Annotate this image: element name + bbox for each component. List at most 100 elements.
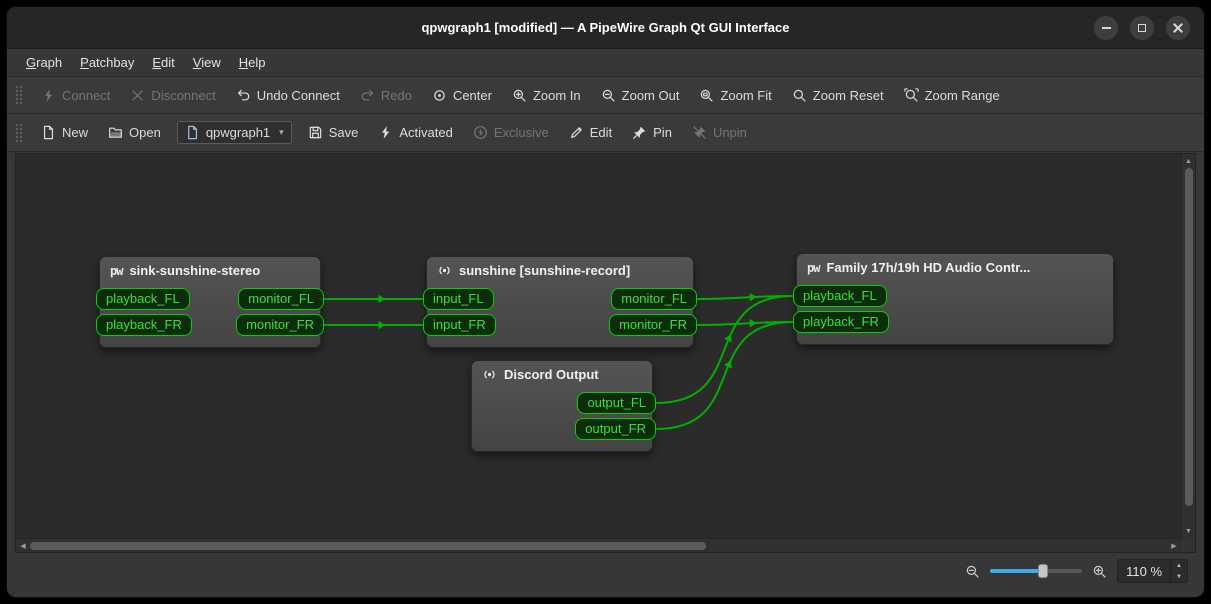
port-monitor_FR[interactable]: monitor_FR — [236, 314, 324, 336]
scroll-right-icon[interactable]: ▶ — [1167, 539, 1181, 553]
button-label: Zoom Out — [622, 88, 680, 103]
scroll-up-icon[interactable]: ▲ — [1182, 154, 1196, 168]
button-label: Activated — [399, 125, 452, 140]
node-sink[interactable]: pwsink-sunshine-stereoplayback_FLmonitor… — [99, 256, 321, 348]
disconnect-button[interactable]: Disconnect — [121, 83, 224, 108]
zoom-out-icon — [601, 88, 616, 103]
center-button[interactable]: Center — [423, 83, 501, 108]
save-icon — [308, 125, 323, 140]
menu-edit[interactable]: Edit — [143, 49, 183, 76]
port-output_FR[interactable]: output_FR — [575, 418, 656, 440]
close-button[interactable] — [1166, 16, 1190, 40]
zoom-spinbox[interactable]: 110 % ▲ ▼ — [1117, 559, 1188, 583]
button-label: Zoom Reset — [813, 88, 884, 103]
button-label: Undo Connect — [257, 88, 340, 103]
zoom-in-icon — [512, 88, 527, 103]
zoom-out-button[interactable]: Zoom Out — [592, 83, 689, 108]
minimize-button[interactable] — [1094, 16, 1118, 40]
pin-button[interactable]: Pin — [623, 120, 681, 145]
disconnect-icon — [130, 88, 145, 103]
menu-label: View — [193, 55, 221, 70]
toolbar-grip[interactable] — [15, 85, 23, 105]
scroll-down-icon[interactable]: ▼ — [1182, 524, 1196, 538]
horizontal-scroll-thumb[interactable] — [30, 542, 706, 550]
spin-arrows: ▲ ▼ — [1170, 560, 1187, 582]
minimize-icon — [1102, 27, 1111, 29]
speaker-icon — [437, 263, 452, 278]
undo-connect-button[interactable]: Undo Connect — [227, 83, 349, 108]
horizontal-scrollbar[interactable]: ◀ ▶ — [16, 538, 1181, 552]
graph-canvas[interactable]: pwsink-sunshine-stereoplayback_FLmonitor… — [16, 154, 1181, 538]
node-family[interactable]: pwFamily 17h/19h HD Audio Contr... playba… — [796, 253, 1114, 345]
port-playback_FR[interactable]: playback_FR — [793, 311, 889, 333]
file-icon — [185, 125, 200, 140]
redo-button[interactable]: Redo — [351, 83, 421, 108]
combo-label: qpwgraph1 — [206, 125, 270, 140]
spin-up-icon[interactable]: ▲ — [1171, 560, 1187, 571]
port-output_FL[interactable]: output_FL — [577, 392, 656, 414]
vertical-scroll-thumb[interactable] — [1185, 168, 1193, 506]
activated-button[interactable]: Activated — [369, 120, 461, 145]
button-label: Edit — [590, 125, 612, 140]
maximize-button[interactable] — [1130, 16, 1154, 40]
zoom-in-icon[interactable] — [1092, 564, 1107, 579]
exclusive-button[interactable]: Exclusive — [464, 120, 558, 145]
title-bar[interactable]: qpwgraph1 [modified] — A PipeWire Graph … — [7, 7, 1204, 49]
app-window: qpwgraph1 [modified] — A PipeWire Graph … — [6, 6, 1205, 598]
port-playback_FL[interactable]: playback_FL — [793, 285, 887, 307]
save-button[interactable]: Save — [299, 120, 368, 145]
connect-button[interactable]: Connect — [32, 83, 119, 108]
port-playback_FR[interactable]: playback_FR — [96, 314, 192, 336]
open-button[interactable]: Open — [99, 120, 170, 145]
node-sunshine[interactable]: sunshine [sunshine-record]input_FLmonito… — [426, 256, 694, 348]
port-monitor_FL[interactable]: monitor_FL — [238, 288, 324, 310]
node-title-text: sunshine [sunshine-record] — [459, 263, 630, 278]
zoom-in-button[interactable]: Zoom In — [503, 83, 590, 108]
pencil-icon — [569, 125, 584, 140]
vertical-scrollbar[interactable]: ▲ ▼ — [1181, 154, 1195, 538]
port-monitor_FR[interactable]: monitor_FR — [609, 314, 697, 336]
node-title-text: sink-sunshine-stereo — [129, 263, 260, 278]
port-input_FL[interactable]: input_FL — [423, 288, 494, 310]
menu-view[interactable]: View — [184, 49, 230, 76]
speaker-icon — [482, 367, 497, 382]
edge-arrow — [750, 293, 757, 301]
menu-graph[interactable]: Graph — [17, 49, 71, 76]
chevron-down-icon: ▾ — [279, 127, 284, 138]
unpin-button[interactable]: Unpin — [683, 120, 756, 145]
status-bar: 110 % ▲ ▼ — [7, 553, 1204, 597]
graph-toolbar: ConnectDisconnectUndo ConnectRedoCenterZ… — [7, 77, 1204, 114]
button-label: Exclusive — [494, 125, 549, 140]
port-playback_FL[interactable]: playback_FL — [96, 288, 190, 310]
port-input_FR[interactable]: input_FR — [423, 314, 496, 336]
menu-patchbay[interactable]: Patchbay — [71, 49, 143, 76]
zoom-reset-button[interactable]: Zoom Reset — [783, 83, 893, 108]
node-title: Discord Output — [472, 361, 652, 385]
window-controls — [1094, 16, 1204, 40]
button-label: Save — [329, 125, 359, 140]
zoom-fit-button[interactable]: Zoom Fit — [690, 83, 780, 108]
zoom-out-icon[interactable] — [965, 564, 980, 579]
edit-button[interactable]: Edit — [560, 120, 621, 145]
node-title: pwFamily 17h/19h HD Audio Contr... — [797, 254, 1113, 278]
node-discord[interactable]: Discord Output output_FL output_FR — [471, 360, 653, 452]
zoom-reset-icon — [792, 88, 807, 103]
port-monitor_FL[interactable]: monitor_FL — [611, 288, 697, 310]
zoom-slider-handle[interactable] — [1038, 564, 1048, 578]
menu-help[interactable]: Help — [230, 49, 275, 76]
patchbay-combo[interactable]: qpwgraph1 ▾ — [177, 121, 292, 144]
scroll-left-icon[interactable]: ◀ — [16, 539, 30, 553]
unpin-icon — [692, 125, 707, 140]
connect-icon — [41, 88, 56, 103]
pipewire-icon: pw — [807, 261, 819, 275]
button-label: Open — [129, 125, 161, 140]
new-button[interactable]: New — [32, 120, 97, 145]
spin-down-icon[interactable]: ▼ — [1171, 571, 1187, 582]
zoom-slider-fill — [990, 569, 1042, 573]
patchbay-toolbar: New Open qpwgraph1 ▾ Save Activated Exclusive E… — [7, 114, 1204, 152]
toolbar-grip[interactable] — [15, 123, 23, 143]
zoom-range-button[interactable]: Zoom Range — [895, 83, 1009, 108]
zoom-slider[interactable] — [990, 569, 1082, 573]
pin-icon — [632, 125, 647, 140]
edge-arrow — [378, 321, 385, 329]
